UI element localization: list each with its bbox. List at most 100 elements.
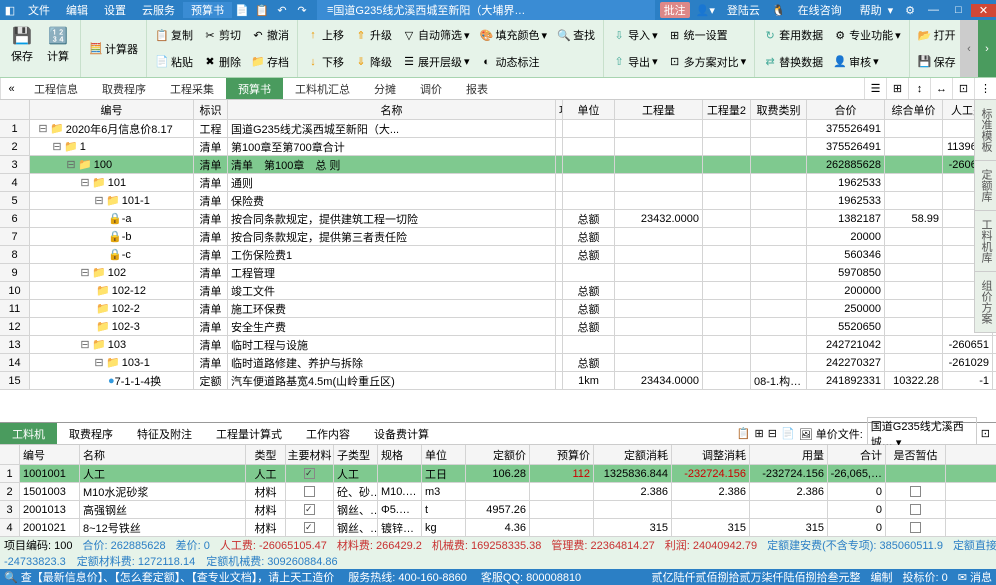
- list-item[interactable]: 4 2001021 8~12号铁丝 材料 钢丝、… 镀锌… kg 4.36 31…: [0, 519, 996, 537]
- bottom-tab-0[interactable]: 工料机: [0, 423, 57, 444]
- table-row[interactable]: 5 ⊟📁 101-1 清单 保险费 1962533: [0, 192, 996, 210]
- footer-links[interactable]: 🔍 查【最新信息价】、【怎么套定额】、【查专业文档】，请上天工造价: [4, 569, 334, 585]
- list-item[interactable]: 2 1501003 M10水泥砂浆 材料 砼、砂… M10.… m3 2.386…: [0, 483, 996, 501]
- bottom-tab-4[interactable]: 工作内容: [294, 423, 362, 444]
- bottom-tab-5[interactable]: 设备费计算: [362, 423, 441, 444]
- table-row[interactable]: 9 ⊟📁 102 清单 工程管理 5970850: [0, 264, 996, 282]
- bt-icon-2[interactable]: ⊞: [755, 427, 764, 440]
- redo-icon[interactable]: ↷: [292, 4, 312, 17]
- moveup-button[interactable]: ↑上移: [302, 26, 348, 44]
- table-row[interactable]: 12 📁 102-3 清单 安全生产费 总额 5520650: [0, 318, 996, 336]
- bt-icon-4[interactable]: 📄: [781, 427, 795, 440]
- tb-icon-2[interactable]: 📋: [252, 4, 272, 17]
- bottom-tab-3[interactable]: 工程量计算式: [204, 423, 294, 444]
- menu-edit[interactable]: 编辑: [58, 2, 96, 18]
- sec-tab-3[interactable]: 预算书: [226, 78, 283, 99]
- rtab-material[interactable]: 工料机库: [975, 211, 996, 272]
- undo-icon[interactable]: ↶: [272, 4, 292, 17]
- user-icon[interactable]: 👤▾: [690, 4, 721, 17]
- ribbon-next[interactable]: ›: [978, 20, 996, 77]
- menu-budget[interactable]: 预算书: [183, 2, 232, 18]
- login-cloud[interactable]: 登陆云: [721, 2, 766, 18]
- menu-cloud[interactable]: 云服务: [134, 2, 183, 18]
- apply-button[interactable]: ↻套用数据: [759, 26, 827, 44]
- sec-tab-1[interactable]: 取费程序: [90, 78, 158, 99]
- close-button[interactable]: ✕: [971, 4, 996, 17]
- sec-tab-2[interactable]: 工程采集: [158, 78, 226, 99]
- table-row[interactable]: 7 🔒 -b 清单 按合同条款规定，提供第三者责任险 总额 20000: [0, 228, 996, 246]
- calculator-button[interactable]: 🧮计算器: [85, 40, 142, 58]
- sec-tab-7[interactable]: 报表: [454, 78, 500, 99]
- menu-file[interactable]: 文件: [20, 2, 58, 18]
- ribbon-prev[interactable]: ‹: [960, 20, 978, 77]
- expand-button[interactable]: ☰展开层级▾: [398, 53, 474, 71]
- undo-button[interactable]: ↶撤消: [247, 26, 293, 44]
- table-row[interactable]: 2 ⊟📁 1 清单 第100章至第700章合计 375526491 113966…: [0, 138, 996, 156]
- autofilter-button[interactable]: ▽自动筛选▾: [398, 26, 474, 44]
- sec-btn-5[interactable]: ⊡: [952, 78, 974, 99]
- sec-tab-4[interactable]: 工料机汇总: [283, 78, 362, 99]
- maximize-button[interactable]: □: [946, 4, 971, 16]
- calc-button[interactable]: 🔢计算: [40, 22, 76, 66]
- movedown-button[interactable]: ↓下移: [302, 53, 348, 71]
- sec-btn-3[interactable]: ↕: [908, 78, 930, 99]
- sec-btn-4[interactable]: ↔: [930, 78, 952, 99]
- open-button[interactable]: 📂打开: [914, 26, 960, 44]
- table-row[interactable]: 10 📁 102-12 清单 竣工文件 总额 200000: [0, 282, 996, 300]
- settings-icon[interactable]: ⚙: [899, 4, 921, 17]
- bt-icon-1[interactable]: 📋: [737, 427, 751, 440]
- table-row[interactable]: 14 ⊟📁 103-1 清单 临时道路修建、养护与拆除 总额 242270327…: [0, 354, 996, 372]
- compare-button[interactable]: ⊡多方案对比▾: [664, 53, 751, 71]
- online-consult[interactable]: 在线咨询: [792, 2, 848, 18]
- table-row[interactable]: 1 ⊟📁 2020年6月信息价8.17 工程 国道G235线尤溪西城至新阳（大.…: [0, 120, 996, 138]
- replace-button[interactable]: ⇄替换数据: [759, 53, 827, 71]
- paste-button[interactable]: 📄粘贴: [151, 53, 197, 71]
- bottom-tab-1[interactable]: 取费程序: [57, 423, 125, 444]
- edit-mode[interactable]: 编制: [870, 569, 892, 585]
- table-row[interactable]: 11 📁 102-2 清单 施工环保费 总额 250000: [0, 300, 996, 318]
- sec-tab-0[interactable]: 工程信息: [22, 78, 90, 99]
- table-row[interactable]: 6 🔒 -a 清单 按合同条款规定，提供建筑工程一切险 总额 23432.000…: [0, 210, 996, 228]
- batch-badge[interactable]: 批注: [660, 2, 690, 18]
- sec-btn-2[interactable]: ⊞: [886, 78, 908, 99]
- table-row[interactable]: 4 ⊟📁 101 清单 通则 1962533: [0, 174, 996, 192]
- delete-button[interactable]: ✖删除: [199, 53, 245, 71]
- table-row[interactable]: 3 ⊟📁 100 清单 清单 第100章 总 则 262885628 -2606…: [0, 156, 996, 174]
- list-item[interactable]: 1 1001001 人工 人工 人工 工日 106.28 112 1325836…: [0, 465, 996, 483]
- fillcolor-button[interactable]: 🎨填充颜色▾: [476, 26, 552, 44]
- bottom-grid[interactable]: 编号 名称 类型 主要材料 子类型 规格 单位 定额价 预算价 定额消耗 调整消…: [0, 445, 996, 537]
- tb-icon-1[interactable]: 📄: [232, 4, 252, 17]
- bt-icon-3[interactable]: ⊟: [768, 427, 777, 440]
- find-button[interactable]: 🔍查找: [553, 26, 599, 44]
- cut-button[interactable]: ✂剪切: [199, 26, 245, 44]
- consult-icon[interactable]: 🐧: [766, 4, 792, 17]
- unify-button[interactable]: ⊞统一设置: [664, 26, 732, 44]
- sec-tab-6[interactable]: 调价: [408, 78, 454, 99]
- dynmark-button[interactable]: ◐动态标注: [476, 53, 544, 71]
- export-button[interactable]: ⇧导出▾: [608, 53, 662, 71]
- sec-prev[interactable]: «: [0, 78, 22, 99]
- saveas-button[interactable]: 💾保存: [914, 53, 960, 71]
- sec-tab-5[interactable]: 分摊: [362, 78, 408, 99]
- minimize-button[interactable]: —: [921, 4, 946, 16]
- sec-btn-6[interactable]: ⋮: [974, 78, 996, 99]
- copy-button[interactable]: 📋复制: [151, 26, 197, 44]
- rtab-quota[interactable]: 定额库: [975, 161, 996, 211]
- save-button[interactable]: 💾保存: [4, 22, 40, 66]
- help-menu[interactable]: 帮助▾: [848, 2, 900, 18]
- main-grid[interactable]: 编号 标识 名称 项目特征 单位 工程量 工程量2 取费类别 合价 综合单价 人…: [0, 100, 996, 422]
- rtab-combo[interactable]: 组价方案: [975, 272, 996, 333]
- bt-icon-5[interactable]: ⊡: [981, 427, 990, 440]
- downgrade-button[interactable]: ⇓降级: [350, 53, 396, 71]
- list-item[interactable]: 3 2001013 高强钢丝 材料 钢丝、… Φ5.… t 4957.26 0: [0, 501, 996, 519]
- table-row[interactable]: 13 ⊟📁 103 清单 临时工程与设施 242721042 -260651: [0, 336, 996, 354]
- table-row[interactable]: 15 ● 7-1-1-4换 定额 汽车便道路基宽4.5m(山岭重丘区) 1km …: [0, 372, 996, 390]
- archive-button[interactable]: 📁存档: [247, 53, 293, 71]
- messages[interactable]: ✉ 消息: [958, 569, 992, 585]
- table-row[interactable]: 8 🔒 -c 清单 工伤保险费1 总额 560346: [0, 246, 996, 264]
- menu-settings[interactable]: 设置: [96, 2, 134, 18]
- audit-button[interactable]: 👤审核▾: [829, 53, 883, 71]
- rtab-template[interactable]: 标准模板: [975, 100, 996, 161]
- bottom-tab-2[interactable]: 特征及附注: [125, 423, 204, 444]
- sec-btn-1[interactable]: ☰: [864, 78, 886, 99]
